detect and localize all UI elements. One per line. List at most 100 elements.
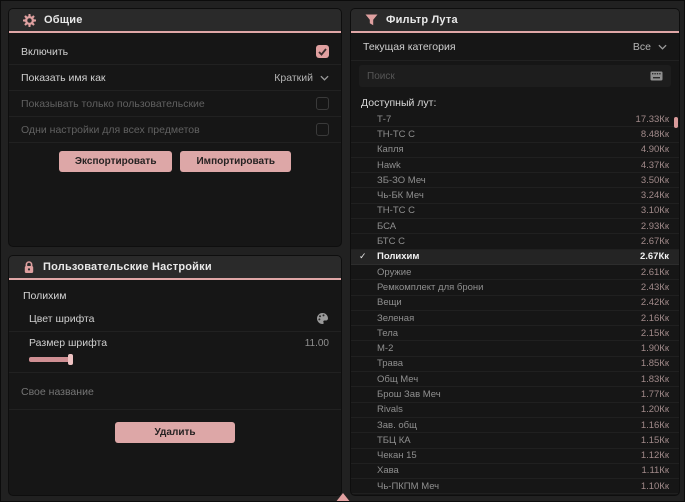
loot-item-value: 2.93Кк (640, 220, 669, 232)
font-size-slider[interactable] (29, 354, 329, 365)
lock-icon (23, 260, 35, 274)
loot-row[interactable]: Hawk 4.37Кк (351, 158, 679, 174)
custom-only-label: Показывать только пользовательские (21, 97, 205, 110)
loot-item-value: 2.61Кк (640, 266, 669, 278)
enable-row: Включить (9, 39, 341, 65)
loot-filter-title: Фильтр Лута (386, 14, 458, 26)
loot-item-value: 2.42Кк (640, 297, 669, 309)
loot-row[interactable]: Оружие 2.61Кк (351, 265, 679, 281)
loot-row[interactable]: Rivals 1.20Кк (351, 403, 679, 418)
name-display-value: Краткий (274, 71, 313, 84)
palette-icon[interactable] (316, 312, 329, 325)
loot-row[interactable]: ТН-ТС С 8.48Кк (351, 127, 679, 143)
same-settings-label: Одни настройки для всех предметов (21, 123, 200, 136)
loot-item-name: Зав. общ (377, 419, 417, 431)
loot-row[interactable]: Трава 1.85Кк (351, 357, 679, 373)
loot-row[interactable]: Чекан 15 1.12Кк (351, 449, 679, 464)
search-placeholder: Поиск (367, 70, 395, 82)
loot-item-name: Чекан 15 (377, 450, 417, 462)
loot-item-name: Общ Меч (377, 373, 419, 385)
loot-item-name: Вещи (377, 297, 402, 309)
custom-name-input[interactable] (21, 386, 329, 398)
panel-general: Общие Включить Показать имя как Краткий (9, 9, 341, 246)
check-icon: ✓ (359, 251, 367, 262)
loot-item-value: 1.90Кк (640, 343, 669, 355)
loot-row[interactable]: ЗБ-ЗО Меч 3.50Кк (351, 173, 679, 189)
loot-item-value: 1.20Кк (640, 404, 669, 416)
loot-item-name: Hawk (377, 159, 401, 171)
loot-row[interactable]: ТН-ТС С 3.10Кк (351, 204, 679, 220)
loot-row[interactable]: Ремкомплект для брони 2.43Кк (351, 280, 679, 296)
keyboard-icon[interactable] (650, 71, 663, 81)
loot-row[interactable]: Тела 2.15Кк (351, 326, 679, 342)
category-value: Все (632, 40, 651, 53)
same-settings-row: Одни настройки для всех предметов (9, 117, 341, 143)
loot-item-value: 4.90Кк (640, 144, 669, 156)
loot-item-value: 8.48Кк (640, 128, 669, 140)
loot-item-value: 3.24Кк (640, 190, 669, 202)
category-row: Текущая категория Все (351, 33, 679, 61)
font-size-value: 11.00 (304, 337, 329, 349)
loot-row[interactable]: БТС С 2.67Кк (351, 234, 679, 250)
name-display-row: Показать имя как Краткий (9, 65, 341, 91)
same-settings-checkbox[interactable] (316, 123, 329, 136)
loot-item-name: Оружие (377, 266, 412, 278)
scrollbar-thumb[interactable] (674, 117, 678, 128)
import-button[interactable]: Импортировать (180, 151, 292, 172)
loot-row[interactable]: Вещи 2.42Кк (351, 296, 679, 311)
mod-settings-window: Общие Включить Показать имя как Краткий (0, 0, 685, 502)
font-color-label: Цвет шрифта (29, 312, 95, 325)
loot-item-value: 4.37Кк (640, 159, 669, 171)
name-display-dropdown[interactable]: Краткий (274, 72, 329, 84)
loot-item-value: 2.67Кк (639, 251, 669, 263)
loot-row[interactable]: БСА 2.93Кк (351, 219, 679, 235)
check-icon (318, 47, 327, 56)
loot-item-name: Т-7 (377, 113, 392, 125)
loot-item-name: БТС С (377, 236, 405, 248)
loot-row[interactable]: Хава 1.11Кк (351, 464, 679, 480)
export-button[interactable]: Экспортировать (58, 151, 173, 172)
loot-row[interactable]: Чь-БК Меч 3.24Кк (351, 188, 679, 204)
loot-item-name: Ремкомплект для брони (377, 281, 484, 293)
loot-item-value: 1.85Кк (640, 358, 669, 370)
loot-item-value: 1.15Кк (640, 434, 669, 446)
loot-row[interactable]: Т-7 17.33Кк (351, 112, 679, 128)
general-panel-header: Общие (9, 9, 341, 33)
loot-row[interactable]: Зеленая 2.16Кк (351, 311, 679, 327)
loot-item-value: 3.10Кк (640, 205, 669, 217)
loot-item-value: 2.43Кк (640, 281, 669, 293)
category-dropdown[interactable]: Все (633, 41, 667, 53)
loot-item-name: Чь-ПКПМ Меч (377, 480, 440, 492)
loot-row[interactable]: ✓ Полихим 2.67Кк (351, 249, 679, 265)
loot-item-name: Зеленая (377, 312, 415, 324)
loot-row[interactable]: Общ Меч 1.83Кк (351, 372, 679, 388)
loot-item-value: 3.50Кк (640, 174, 669, 186)
loot-row[interactable]: М-2 1.90Кк (351, 341, 679, 357)
category-label: Текущая категория (363, 40, 456, 53)
loot-item-name: Капля (377, 144, 404, 156)
font-color-row[interactable]: Цвет шрифта (9, 306, 341, 332)
slider-handle[interactable] (68, 354, 73, 365)
selected-item-name: Полихим (23, 290, 67, 302)
custom-only-checkbox[interactable] (316, 97, 329, 110)
loot-item-value: 17.33Кк (635, 113, 669, 125)
loot-item-name: Rivals (377, 404, 403, 416)
custom-only-row: Показывать только пользовательские (9, 91, 341, 117)
loot-item-name: М-2 (377, 343, 394, 355)
loot-item-value: 2.67Кк (640, 236, 669, 248)
user-settings-title: Пользовательские Настройки (43, 261, 212, 273)
loot-item-value: 2.16Кк (640, 312, 669, 324)
loot-item-name: Тела (377, 327, 399, 339)
loot-row[interactable]: Зав. общ 1.16Кк (351, 418, 679, 434)
custom-name-row (9, 373, 341, 410)
general-panel-title: Общие (44, 14, 83, 26)
delete-button[interactable]: Удалить (115, 422, 235, 443)
scrollbar[interactable] (674, 114, 678, 494)
enable-checkbox[interactable] (316, 45, 329, 58)
loot-row[interactable]: Брош Зав Меч 1.77Кк (351, 387, 679, 403)
loot-row[interactable]: ТБЦ КА 1.15Кк (351, 433, 679, 449)
loot-row[interactable]: Чь-ПКПМ Меч 1.10Кк (351, 479, 679, 495)
loot-row[interactable]: Капля 4.90Кк (351, 143, 679, 158)
search-box[interactable]: Поиск (359, 65, 671, 87)
loot-item-value: 2.15Кк (640, 327, 669, 339)
